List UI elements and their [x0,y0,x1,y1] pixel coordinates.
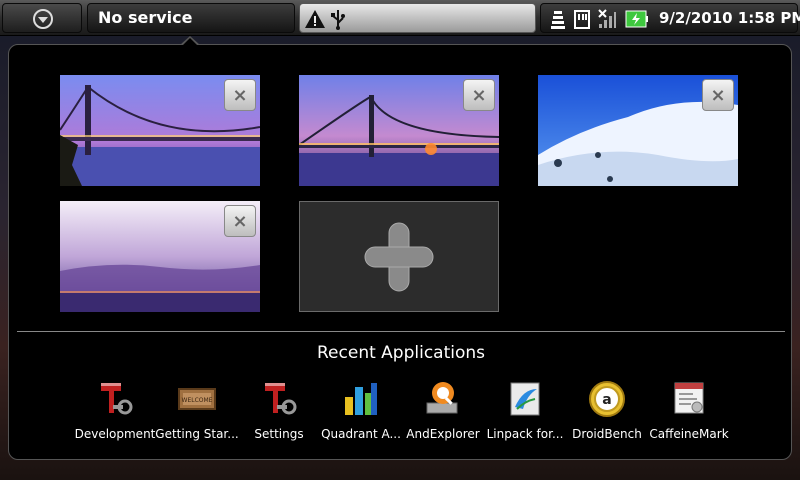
notification-icons[interactable] [299,3,536,33]
close-thumb-button[interactable]: × [224,79,256,111]
file-explorer-icon [426,382,458,414]
service-status: No service [98,8,193,27]
development-icon [101,383,133,415]
svg-text:a: a [602,392,611,408]
recent-app-andexplorer[interactable]: AndExplorer [401,379,485,441]
wallpaper-thumb-3[interactable]: × [538,75,738,186]
droidbench-icon: a [589,381,625,417]
wallpaper-thumb-1[interactable]: × [60,75,260,186]
svg-text:WELCOME: WELCOME [182,397,213,404]
close-thumb-button[interactable]: × [702,79,734,111]
recent-app-development[interactable]: Development [73,379,157,441]
app-label: Getting Star... [155,427,239,441]
wallpaper-thumb-2[interactable]: × [299,75,499,186]
recent-app-quadrant[interactable]: Quadrant A... [319,379,403,441]
menu-dropdown-icon [33,9,53,29]
recent-apps-panel: × × × × Recent Applications Development … [8,44,792,460]
menu-dropdown-button[interactable] [2,3,82,33]
recent-app-getting-started[interactable]: WELCOME Getting Star... [155,379,239,441]
add-wallpaper-button[interactable] [299,201,499,312]
warning-icon [305,10,325,28]
app-label: Linpack for... [486,427,564,441]
settings-icon [265,383,297,415]
bar-chart-icon [345,383,377,415]
app-label: Settings [254,427,304,441]
caffeinemark-icon [674,382,704,414]
battery-charging-icon [625,10,648,28]
notification-area[interactable]: No service [87,3,295,33]
wallpaper-thumb-4[interactable]: × [60,201,260,312]
linpack-icon [510,382,540,416]
recent-app-linpack[interactable]: Linpack for... [483,379,567,441]
app-label: CaffeineMark [649,427,729,441]
app-label: Quadrant A... [321,427,401,441]
welcome-mat-icon: WELCOME [178,388,216,410]
close-thumb-button[interactable]: × [224,205,256,237]
panel-divider [17,331,785,332]
recent-app-droidbench[interactable]: a DroidBench [565,379,649,441]
wifi-icon [551,11,565,29]
app-label: DroidBench [572,427,642,441]
recent-apps-title: Recent Applications [317,343,485,363]
no-signal-icon [598,9,616,28]
recent-app-settings[interactable]: Settings [237,379,321,441]
sd-card-icon [574,10,590,29]
recent-app-caffeinemark[interactable]: CaffeineMark [647,379,731,441]
app-label: AndExplorer [406,427,480,441]
panel-pointer-inner [182,38,198,46]
app-label: Development [74,427,156,441]
usb-icon [331,10,345,30]
clock: 9/2/2010 1:58 PM [659,9,800,27]
system-tray[interactable]: 9/2/2010 1:58 PM [540,3,800,33]
plus-icon [364,222,434,291]
close-thumb-button[interactable]: × [463,79,495,111]
status-bar: No service 9/2/2010 1:58 PM [0,0,800,36]
